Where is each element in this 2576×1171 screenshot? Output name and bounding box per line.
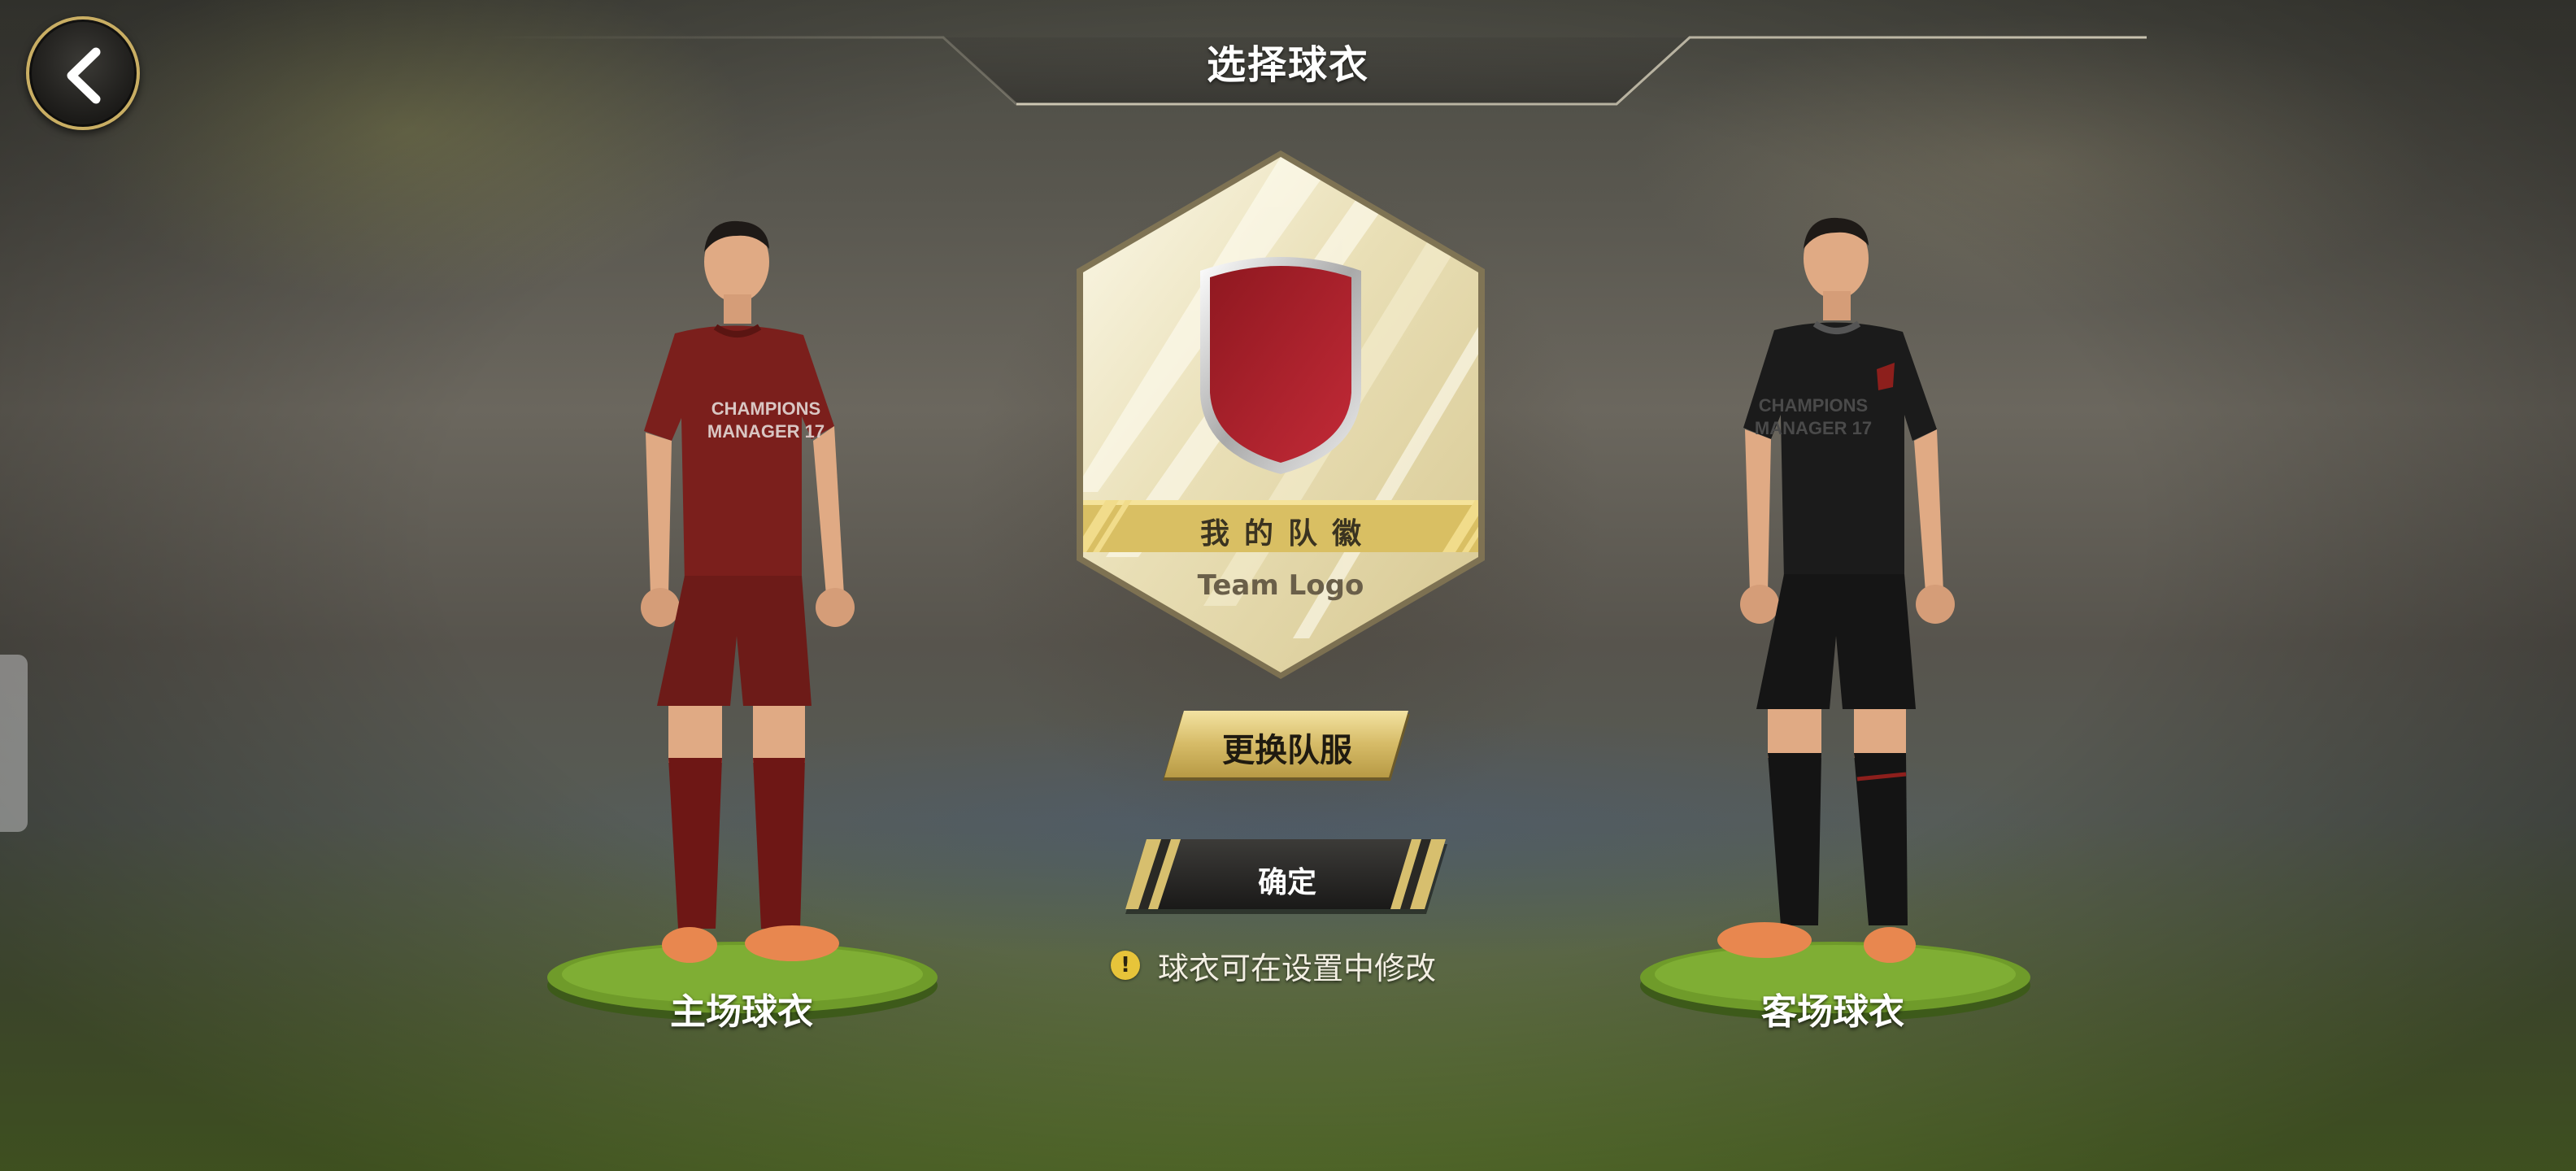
home-sponsor-line2: MANAGER 17 xyxy=(707,421,825,442)
home-sponsor-line1: CHAMPIONS xyxy=(711,398,820,419)
title-bar: 选择球衣 xyxy=(0,0,2576,114)
home-kit-label: 主场球衣 xyxy=(670,991,813,1033)
warning-icon: ! xyxy=(1111,951,1140,980)
back-button[interactable] xyxy=(26,16,140,130)
change-kit-label: 更换队服 xyxy=(1222,732,1352,769)
chevron-left-icon xyxy=(67,47,101,104)
home-kit-player[interactable]: CHAMPIONS MANAGER 17 xyxy=(594,213,870,986)
team-logo-card[interactable]: 我的队徽 Team Logo xyxy=(1073,150,1488,679)
away-sponsor-line2: MANAGER 17 xyxy=(1755,418,1872,438)
team-shield-icon xyxy=(1210,266,1351,463)
page-title: 选择球衣 xyxy=(1206,42,1369,88)
team-logo-subtitle: Team Logo xyxy=(1197,569,1364,602)
hint-row: ! 球衣可在设置中修改 xyxy=(1111,945,1436,986)
confirm-button[interactable]: 确定 xyxy=(1122,838,1452,917)
confirm-label: 确定 xyxy=(1257,866,1316,899)
away-sponsor-line1: CHAMPIONS xyxy=(1759,395,1868,416)
side-drawer-handle[interactable] xyxy=(0,655,28,832)
away-kit-player[interactable]: CHAMPIONS MANAGER 17 xyxy=(1699,210,1976,982)
team-logo-title: 我的队徽 xyxy=(1199,517,1376,551)
hint-text: 球衣可在设置中修改 xyxy=(1158,950,1437,986)
away-kit-label: 客场球衣 xyxy=(1761,991,1904,1033)
change-kit-button[interactable]: 更换队服 xyxy=(1161,709,1413,786)
